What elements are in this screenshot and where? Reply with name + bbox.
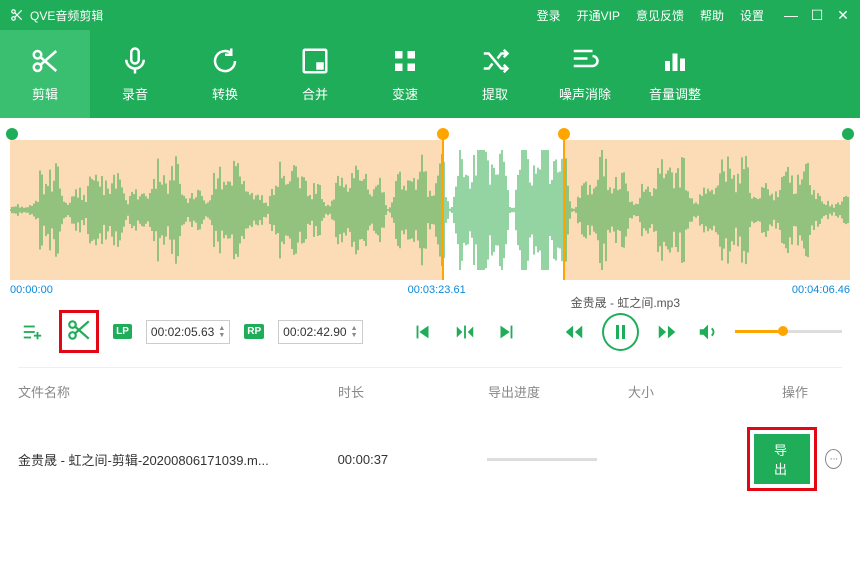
- tool-volume[interactable]: 音量调整: [630, 30, 720, 118]
- range-end-handle[interactable]: [842, 128, 854, 140]
- app-logo: QVE音频剪辑: [10, 7, 103, 24]
- play-pause-button[interactable]: [602, 313, 639, 351]
- range-start-handle[interactable]: [6, 128, 18, 140]
- maximize-button[interactable]: ☐: [810, 7, 824, 24]
- scissors-icon: [30, 46, 60, 76]
- tool-noise[interactable]: 噪声消除: [540, 30, 630, 118]
- right-time-input[interactable]: 00:02:42.90 ▲▼: [278, 320, 362, 344]
- rewind-button[interactable]: [561, 318, 588, 346]
- col-duration: 时长: [338, 382, 488, 401]
- tool-speed[interactable]: 变速: [360, 30, 450, 118]
- time-ruler: 00:00:00 00:03:23.61 00:04:06.46: [10, 284, 850, 300]
- noise-icon: [570, 46, 600, 76]
- table-header: 文件名称 时长 导出进度 大小 操作: [0, 368, 860, 415]
- shuffle-icon: [480, 46, 510, 76]
- login-link[interactable]: 登录: [537, 7, 561, 24]
- app-title: QVE音频剪辑: [30, 7, 103, 24]
- file-name: 金贵晟 - 虹之间-剪辑-20200806171039.m...: [18, 450, 338, 469]
- settings-link[interactable]: 设置: [740, 7, 764, 24]
- equalizer-icon: [660, 46, 690, 76]
- forward-button[interactable]: [653, 318, 680, 346]
- scissors-icon: [10, 8, 24, 22]
- refresh-icon: [210, 46, 240, 76]
- time-end: 00:04:06.46: [792, 284, 850, 296]
- tool-convert[interactable]: 转换: [180, 30, 270, 118]
- cut-button-highlight[interactable]: [59, 310, 99, 353]
- left-time-input[interactable]: 00:02:05.63 ▲▼: [146, 320, 230, 344]
- now-playing-label: 金贵晟 - 虹之间.mp3: [571, 294, 680, 311]
- export-button-highlight: 导出: [747, 427, 817, 491]
- close-button[interactable]: ✕: [836, 7, 850, 24]
- waveform-svg: [10, 140, 850, 280]
- controls-bar: 金贵晟 - 虹之间.mp3 LP 00:02:05.63 ▲▼ RP 00:02…: [0, 300, 860, 367]
- col-size: 大小: [628, 382, 748, 401]
- vip-link[interactable]: 开通VIP: [577, 7, 620, 24]
- lp-badge[interactable]: LP: [113, 324, 132, 339]
- marker-mid[interactable]: [442, 130, 444, 280]
- tool-merge[interactable]: 合并: [270, 30, 360, 118]
- scissors-icon: [66, 317, 92, 343]
- volume-button[interactable]: [694, 318, 721, 346]
- microphone-icon: [120, 46, 150, 76]
- main-toolbar: 剪辑 录音 转换 合并 变速 提取 噪声消除 音量调整: [0, 30, 860, 118]
- goto-end-button[interactable]: [492, 318, 519, 346]
- title-bar: QVE音频剪辑 登录 开通VIP 意见反馈 帮助 设置 — ☐ ✕: [0, 0, 860, 30]
- file-duration: 00:00:37: [338, 452, 488, 467]
- minimize-button[interactable]: —: [784, 7, 798, 23]
- goto-start-button[interactable]: [410, 318, 437, 346]
- tool-record[interactable]: 录音: [90, 30, 180, 118]
- help-link[interactable]: 帮助: [700, 7, 724, 24]
- col-name: 文件名称: [18, 382, 338, 401]
- merge-icon: [300, 46, 330, 76]
- feedback-link[interactable]: 意见反馈: [636, 7, 684, 24]
- col-action: 操作: [748, 382, 842, 401]
- add-track-button[interactable]: [18, 318, 45, 346]
- export-button[interactable]: 导出: [754, 434, 810, 484]
- waveform-area[interactable]: 00:00:00 00:03:23.61 00:04:06.46: [10, 130, 850, 300]
- table-row: 金贵晟 - 虹之间-剪辑-20200806171039.m... 00:00:3…: [0, 415, 860, 503]
- time-start: 00:00:00: [10, 284, 53, 296]
- trim-in-button[interactable]: [451, 318, 478, 346]
- col-progress: 导出进度: [488, 382, 628, 401]
- spinner-icon[interactable]: ▲▼: [351, 325, 358, 339]
- rp-badge[interactable]: RP: [244, 324, 264, 339]
- export-progress: [487, 458, 597, 461]
- marker-right[interactable]: [563, 130, 565, 280]
- more-button[interactable]: ···: [825, 449, 842, 469]
- time-cursor: 00:03:23.61: [408, 284, 466, 296]
- volume-slider[interactable]: [735, 330, 842, 333]
- spinner-icon[interactable]: ▲▼: [218, 325, 225, 339]
- tool-extract[interactable]: 提取: [450, 30, 540, 118]
- speed-icon: [390, 46, 420, 76]
- tool-cut[interactable]: 剪辑: [0, 30, 90, 118]
